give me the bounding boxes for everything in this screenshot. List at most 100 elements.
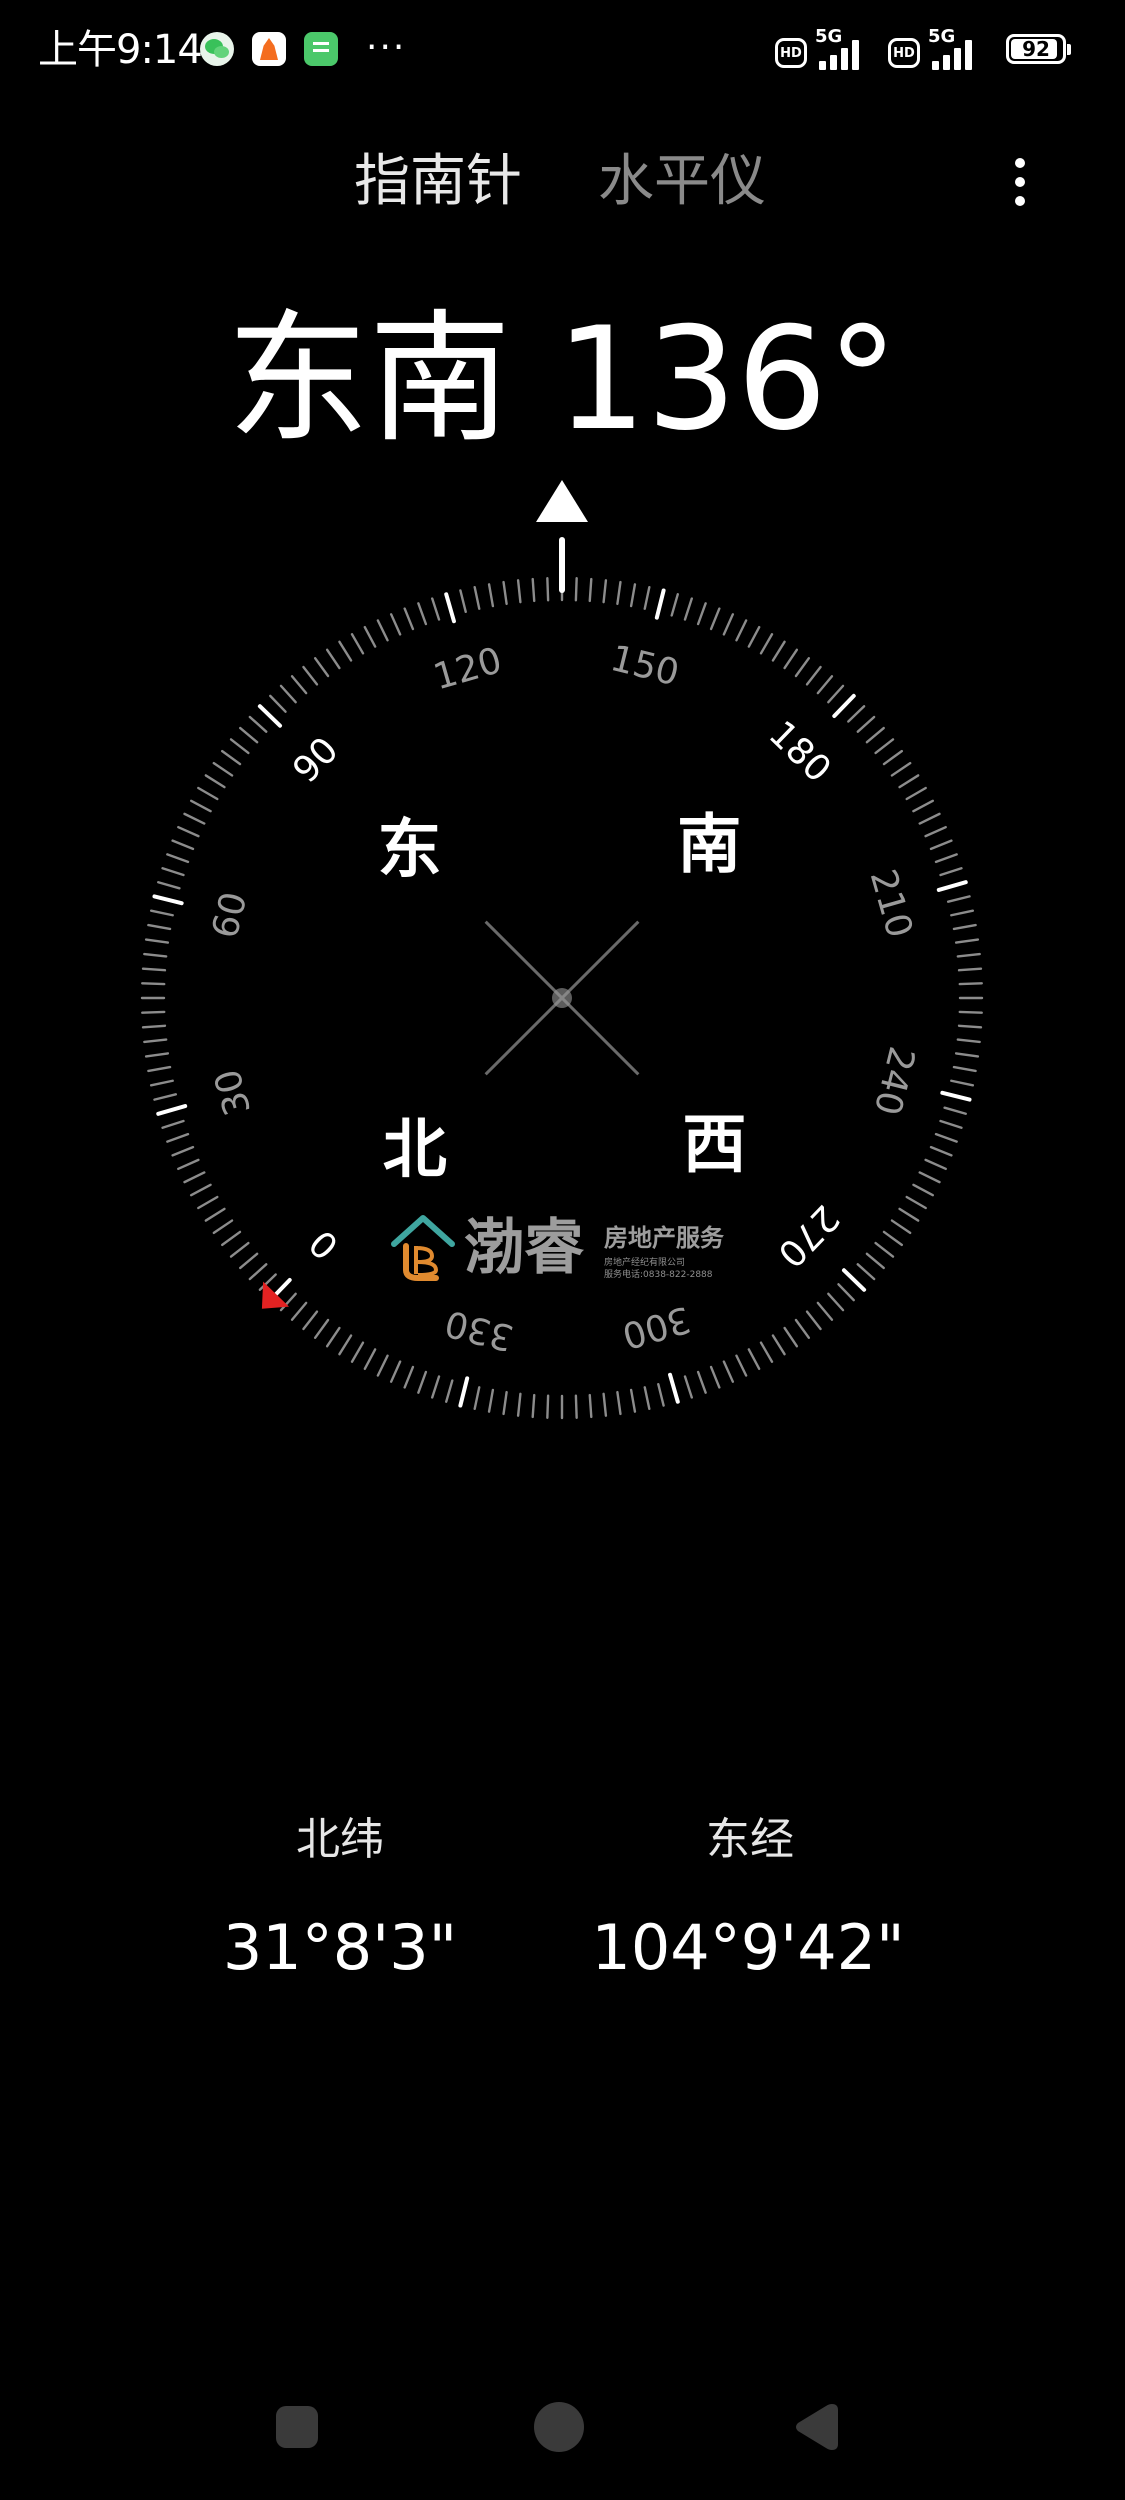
major-tick (668, 1372, 680, 1404)
minor-tick (269, 694, 287, 713)
minor-tick (147, 1065, 172, 1073)
minor-tick (957, 1024, 983, 1029)
minor-tick (546, 1394, 550, 1419)
minor-tick (325, 1326, 341, 1348)
minor-tick (588, 1393, 593, 1419)
minor-tick (805, 665, 822, 686)
dial-label-30: 30 (207, 1065, 259, 1120)
minor-tick (389, 613, 402, 636)
longitude-label: 东经 (706, 1814, 794, 1865)
minor-tick (177, 825, 200, 838)
minor-tick (956, 952, 981, 958)
watermark: 渤睿 房地产服务 房地产经纪有限公司 服务电话:0838-822-2888 (388, 1212, 748, 1292)
minor-tick (417, 602, 428, 626)
minor-tick (929, 839, 953, 851)
status-bar: 上午9:14 ··· HD 5G HD 5G 92 (0, 0, 1125, 100)
minor-tick (696, 1370, 707, 1394)
minor-tick (722, 613, 735, 636)
minor-tick (417, 1370, 428, 1394)
minor-tick (204, 774, 226, 789)
dial-label-270: 270 (769, 1197, 846, 1275)
tab-compass[interactable]: 指南针 (354, 142, 522, 222)
minor-tick (574, 1394, 578, 1419)
minor-tick (954, 938, 980, 944)
minor-tick (890, 1219, 912, 1235)
minor-tick (939, 867, 963, 877)
minor-tick (221, 1230, 242, 1247)
home-button[interactable] (534, 2402, 584, 2452)
minor-tick (144, 1052, 170, 1058)
minor-tick (363, 1348, 377, 1371)
signal-sim1: HD 5G (775, 26, 875, 72)
back-button[interactable] (792, 2400, 840, 2454)
dot-icon (1015, 196, 1025, 206)
recent-apps-button[interactable] (276, 2406, 318, 2448)
major-tick (940, 1090, 972, 1102)
minor-tick (957, 967, 983, 972)
minor-tick (204, 1207, 226, 1222)
longitude-value: 104°9'42" (591, 1911, 905, 1984)
minor-tick (149, 1079, 174, 1087)
center-cross (484, 920, 640, 1076)
dial-label-150: 150 (606, 638, 683, 694)
minor-tick (722, 1360, 735, 1383)
minor-tick (239, 1252, 259, 1270)
minor-tick (629, 583, 637, 608)
minor-tick (459, 589, 467, 614)
minor-tick (958, 1010, 983, 1014)
minor-tick (709, 607, 721, 631)
signal-sim2: HD 5G (888, 26, 988, 72)
hd-icon: HD (775, 38, 807, 68)
message-icon (304, 32, 338, 66)
minor-tick (939, 1119, 963, 1129)
minor-tick (616, 1390, 622, 1416)
minor-tick (141, 1010, 166, 1014)
minor-tick (929, 1145, 953, 1157)
minor-tick (161, 867, 185, 877)
dial-label-60: 60 (205, 888, 256, 942)
watermark-logo (391, 1215, 455, 1281)
minor-tick (229, 738, 250, 755)
minor-tick (189, 1183, 212, 1197)
dial-label-240: 240 (866, 1042, 922, 1119)
minor-tick (153, 1093, 178, 1101)
minor-tick (898, 774, 920, 789)
more-options-button[interactable] (1000, 150, 1040, 214)
minor-tick (958, 982, 983, 986)
minor-tick (683, 1375, 693, 1399)
minor-tick (166, 853, 190, 864)
minor-tick (827, 1292, 845, 1312)
minor-tick (629, 1388, 637, 1413)
minor-tick (805, 1310, 822, 1331)
minor-tick (905, 786, 927, 801)
minor-tick (683, 597, 693, 621)
minor-tick (183, 1171, 206, 1184)
minor-tick (350, 633, 365, 655)
dial-label-210: 210 (862, 865, 920, 942)
watermark-phone: 服务电话:0838-822-2888 (604, 1270, 713, 1280)
minor-tick (952, 1065, 977, 1073)
more-notifications-icon: ··· (366, 27, 407, 68)
minor-tick (874, 738, 895, 755)
dial-label-120: 120 (429, 640, 506, 698)
minor-tick (794, 657, 811, 678)
cardinal-north: 北 (383, 1114, 447, 1188)
minor-tick (403, 1365, 415, 1389)
latitude-label: 北纬 (296, 1814, 384, 1865)
minor-tick (735, 1354, 748, 1377)
minor-tick (816, 1301, 834, 1321)
heading-indicator (536, 480, 588, 593)
minor-tick (189, 799, 212, 813)
minor-tick (956, 1038, 981, 1044)
minor-tick (771, 640, 786, 662)
minor-tick (248, 1263, 268, 1281)
minor-tick (943, 1106, 967, 1115)
minor-tick (141, 982, 166, 986)
wechat-icon (200, 32, 234, 66)
tab-level[interactable]: 水平仪 (598, 142, 766, 222)
minor-tick (376, 1354, 389, 1377)
dial-label-300: 300 (618, 1298, 695, 1356)
minor-tick (924, 1158, 947, 1171)
minor-tick (338, 640, 353, 662)
minor-tick (759, 1341, 774, 1363)
